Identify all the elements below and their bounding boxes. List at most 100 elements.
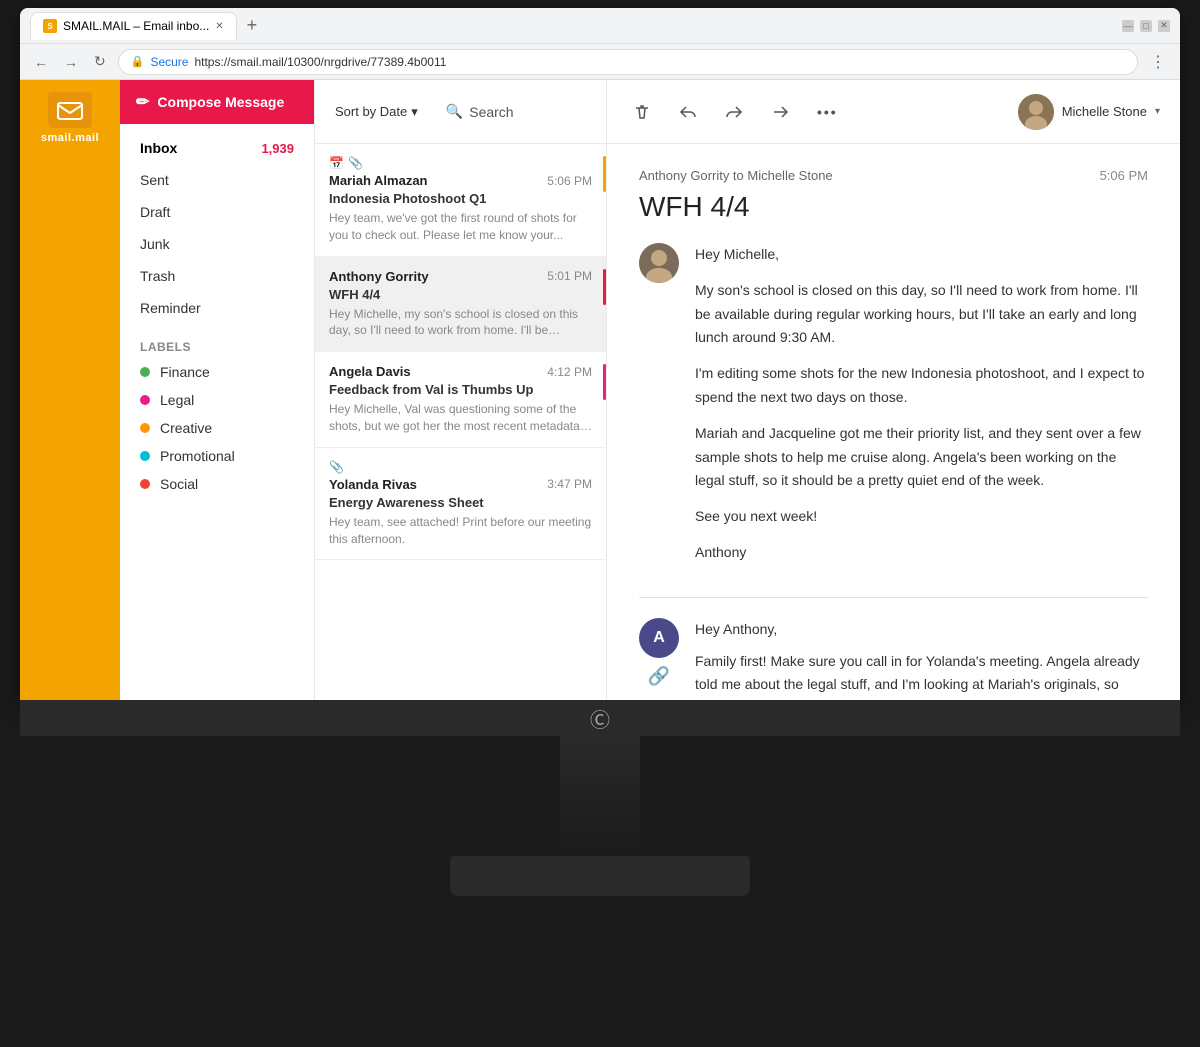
- new-tab-btn[interactable]: +: [241, 15, 264, 36]
- monitor-stand-base: [450, 856, 750, 896]
- browser-tab[interactable]: S SMAIL.MAIL – Email inbo... ✕: [30, 12, 237, 40]
- body-para-4: Mariah and Jacqueline got me their prior…: [695, 422, 1148, 493]
- sidebar-item-sent[interactable]: Sent: [120, 164, 314, 196]
- reply-para-1: Hey Anthony,: [695, 618, 1148, 642]
- user-name: Michelle Stone: [1062, 104, 1147, 119]
- browser-menu-btn[interactable]: ⋮: [1146, 48, 1170, 76]
- browser-window: S SMAIL.MAIL – Email inbo... ✕ + — □ ✕ ←…: [20, 8, 1180, 700]
- email-detail-content: Anthony Gorrity to Michelle Stone 5:06 P…: [607, 144, 1180, 700]
- email-2-preview: Hey Michelle, my son's school is closed …: [329, 306, 592, 340]
- sidebar-item-trash[interactable]: Trash: [120, 260, 314, 292]
- nav-trash-label: Trash: [140, 268, 175, 284]
- finance-dot: [140, 367, 150, 377]
- search-icon: 🔍: [446, 103, 463, 120]
- creative-label: Creative: [160, 420, 212, 436]
- email-1-indicator: [603, 156, 606, 192]
- tab-close-btn[interactable]: ✕: [215, 21, 223, 32]
- nav-inbox-label: Inbox: [140, 140, 177, 156]
- sidebar-item-junk[interactable]: Junk: [120, 228, 314, 260]
- email-4-icons: 📎: [329, 460, 592, 474]
- sidebar-item-inbox[interactable]: Inbox 1,939: [120, 132, 314, 164]
- window-controls: — □ ✕: [1122, 20, 1170, 32]
- delete-button[interactable]: [627, 97, 657, 127]
- minimize-btn[interactable]: —: [1122, 20, 1134, 32]
- nav-sent-label: Sent: [140, 172, 169, 188]
- reply-back-button[interactable]: [673, 97, 703, 127]
- email-detail-panel: ••• Michelle Stone ▾: [607, 80, 1180, 700]
- tab-favicon: S: [43, 19, 57, 33]
- email-3-time: 4:12 PM: [547, 365, 592, 379]
- email-item-2[interactable]: Anthony Gorrity 5:01 PM WFH 4/4 Hey Mich…: [315, 257, 606, 353]
- email-body-text: Hey Michelle, My son's school is closed …: [695, 243, 1148, 577]
- nav-reminder-label: Reminder: [140, 300, 201, 316]
- email-4-subject: Energy Awareness Sheet: [329, 495, 592, 510]
- body-para-6: Anthony: [695, 541, 1148, 565]
- email-list-toolbar: Sort by Date ▾ 🔍 Search: [315, 80, 606, 144]
- body-para-5: See you next week!: [695, 505, 1148, 529]
- label-promotional[interactable]: Promotional: [140, 442, 294, 470]
- legal-label: Legal: [160, 392, 194, 408]
- tab-bar: S SMAIL.MAIL – Email inbo... ✕ +: [30, 12, 1114, 40]
- more-options-button[interactable]: •••: [811, 98, 844, 126]
- email-3-subject: Feedback from Val is Thumbs Up: [329, 382, 592, 397]
- attachment-icon-2: 📎: [329, 460, 344, 474]
- sort-button[interactable]: Sort by Date ▾: [327, 98, 426, 126]
- promotional-dot: [140, 451, 150, 461]
- email-divider: [639, 597, 1148, 598]
- nav-draft-label: Draft: [140, 204, 170, 220]
- close-btn[interactable]: ✕: [1158, 20, 1170, 32]
- email-item-4[interactable]: 📎 Yolanda Rivas 3:47 PM Energy Awareness…: [315, 448, 606, 561]
- browser-tab-bar: S SMAIL.MAIL – Email inbo... ✕ + — □ ✕: [20, 8, 1180, 44]
- compose-label: Compose Message: [157, 94, 284, 110]
- forward-btn[interactable]: →: [60, 50, 82, 74]
- attachment-icon: 📎: [348, 156, 363, 170]
- email-3-indicator: [603, 364, 606, 400]
- reply-button[interactable]: [719, 97, 749, 127]
- user-profile[interactable]: Michelle Stone ▾: [1018, 94, 1160, 130]
- email-3-preview: Hey Michelle, Val was questioning some o…: [329, 401, 592, 435]
- email-2-time: 5:01 PM: [547, 269, 592, 283]
- sort-label: Sort by Date: [335, 104, 407, 119]
- compose-icon: ✏: [136, 92, 149, 112]
- email-3-header: Angela Davis 4:12 PM: [329, 364, 592, 379]
- reply-para-2: Family first! Make sure you call in for …: [695, 650, 1148, 700]
- sidebar-item-reminder[interactable]: Reminder: [120, 292, 314, 324]
- email-item-1[interactable]: 📅 📎 Mariah Almazan 5:06 PM Indonesia Pho…: [315, 144, 606, 257]
- maximize-btn[interactable]: □: [1140, 20, 1152, 32]
- refresh-btn[interactable]: ↻: [90, 49, 110, 74]
- search-button[interactable]: 🔍 Search: [434, 97, 526, 126]
- more-icon: •••: [817, 104, 838, 120]
- label-legal[interactable]: Legal: [140, 386, 294, 414]
- sidebar-item-draft[interactable]: Draft: [120, 196, 314, 228]
- reply-avatar: A: [639, 618, 679, 658]
- creative-dot: [140, 423, 150, 433]
- address-bar[interactable]: 🔒 Secure https://smail.mail/10300/nrgdri…: [118, 49, 1138, 75]
- compose-button[interactable]: ✏ Compose Message: [120, 80, 314, 124]
- url-text: https://smail.mail/10300/nrgdrive/77389.…: [194, 55, 446, 69]
- email-4-header: Yolanda Rivas 3:47 PM: [329, 477, 592, 492]
- logo-icon: [48, 92, 92, 128]
- monitor-bezel: Ⓒ: [20, 700, 1180, 736]
- email-list-panel: Sort by Date ▾ 🔍 Search 📅 📎: [315, 80, 607, 700]
- label-finance[interactable]: Finance: [140, 358, 294, 386]
- email-4-sender: Yolanda Rivas: [329, 477, 417, 492]
- left-nav: ✏ Compose Message Inbox 1,939 Sent Draft: [120, 80, 315, 700]
- label-social[interactable]: Social: [140, 470, 294, 498]
- email-meta: Anthony Gorrity to Michelle Stone 5:06 P…: [639, 168, 1148, 183]
- body-para-2: My son's school is closed on this day, s…: [695, 279, 1148, 350]
- reply-section: A 🔗 Hey Anthony, Family first! Make sure…: [639, 618, 1148, 700]
- email-item-3[interactable]: Angela Davis 4:12 PM Feedback from Val i…: [315, 352, 606, 448]
- email-3-sender: Angela Davis: [329, 364, 411, 379]
- back-btn[interactable]: ←: [30, 50, 52, 74]
- user-dropdown-arrow: ▾: [1155, 106, 1160, 117]
- secure-icon: 🔒: [131, 55, 145, 68]
- email-2-indicator: [603, 269, 606, 305]
- email-1-header: Mariah Almazan 5:06 PM: [329, 173, 592, 188]
- forward-button[interactable]: [765, 97, 795, 127]
- logo-text: smail.mail: [41, 132, 99, 144]
- monitor: S SMAIL.MAIL – Email inbo... ✕ + — □ ✕ ←…: [0, 0, 1200, 896]
- finance-label: Finance: [160, 364, 210, 380]
- email-list: 📅 📎 Mariah Almazan 5:06 PM Indonesia Pho…: [315, 144, 606, 700]
- label-creative[interactable]: Creative: [140, 414, 294, 442]
- email-1-sender: Mariah Almazan: [329, 173, 428, 188]
